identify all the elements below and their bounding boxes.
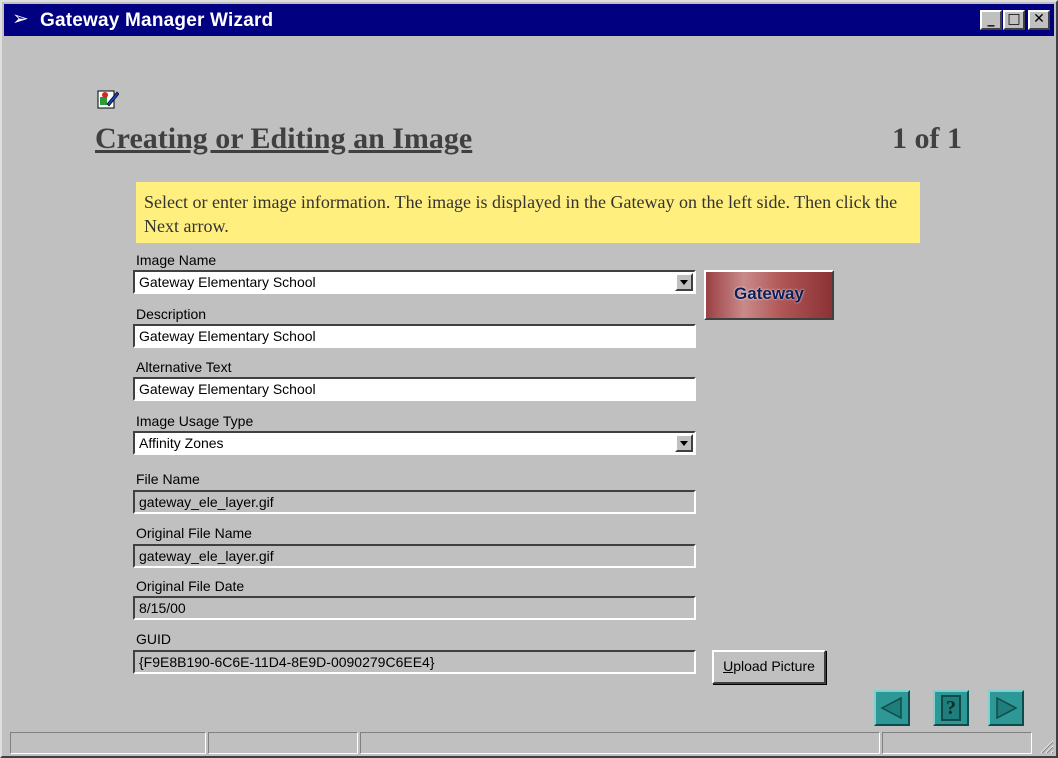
usage-type-label: Image Usage Type [136,413,254,429]
upload-button-label: pload Picture [733,658,815,674]
status-bar [6,732,1056,756]
page-title: Creating or Editing an Image [95,122,473,155]
help-icon: ? [941,695,961,721]
wizard-window: ➢ Gateway Manager Wizard _ □ ✕ Creating … [0,0,1058,758]
minimize-button[interactable]: _ [980,10,1002,30]
instructions-box: Select or enter image information. The i… [136,182,920,243]
guid-label: GUID [136,631,171,647]
title-bar[interactable]: ➢ Gateway Manager Wizard _ □ ✕ [4,4,1054,36]
edit-image-icon [97,90,119,109]
help-button[interactable]: ? [933,690,969,726]
status-pane [208,732,358,754]
window-title: Gateway Manager Wizard [40,10,274,31]
arrow-left-icon [880,696,902,720]
back-button[interactable] [874,690,910,726]
alt-text-label: Alternative Text [136,359,232,375]
image-name-value: Gateway Elementary School [139,274,316,290]
description-input[interactable]: Gateway Elementary School [133,324,696,348]
original-file-name-label: Original File Name [136,525,252,541]
usage-type-value: Affinity Zones [139,435,224,451]
original-file-date-field: 8/15/00 [133,596,696,620]
upload-accelerator-key: U [723,658,734,674]
usage-type-select[interactable]: Affinity Zones [133,431,696,455]
description-label: Description [136,306,207,322]
status-pane [882,732,1032,754]
status-pane [360,732,880,754]
original-file-name-field: gateway_ele_layer.gif [133,544,696,568]
file-name-label: File Name [136,471,200,487]
file-name-field: gateway_ele_layer.gif [133,490,696,514]
resize-grip-icon[interactable] [1038,738,1054,754]
guid-field: {F9E8B190-6C6E-11D4-8E9D-0090279C6EE4} [133,650,696,674]
upload-picture-button[interactable]: Upload Picture [712,650,826,684]
image-name-select[interactable]: Gateway Elementary School [133,270,696,294]
image-name-label: Image Name [136,252,217,268]
gateway-preview-text: Gateway [734,284,804,303]
chevron-down-icon[interactable] [675,273,693,291]
status-pane [10,732,206,754]
chevron-down-icon[interactable] [675,434,693,452]
arrow-right-icon [996,696,1018,720]
original-file-date-label: Original File Date [136,578,245,594]
alt-text-input[interactable]: Gateway Elementary School [133,377,696,401]
next-button[interactable] [988,690,1024,726]
page-counter: 1 of 1 [892,122,962,155]
close-button[interactable]: ✕ [1028,10,1050,30]
gateway-image-preview: Gateway [704,270,834,320]
arrow-icon: ➢ [12,8,29,30]
maximize-button[interactable]: □ [1003,10,1025,30]
